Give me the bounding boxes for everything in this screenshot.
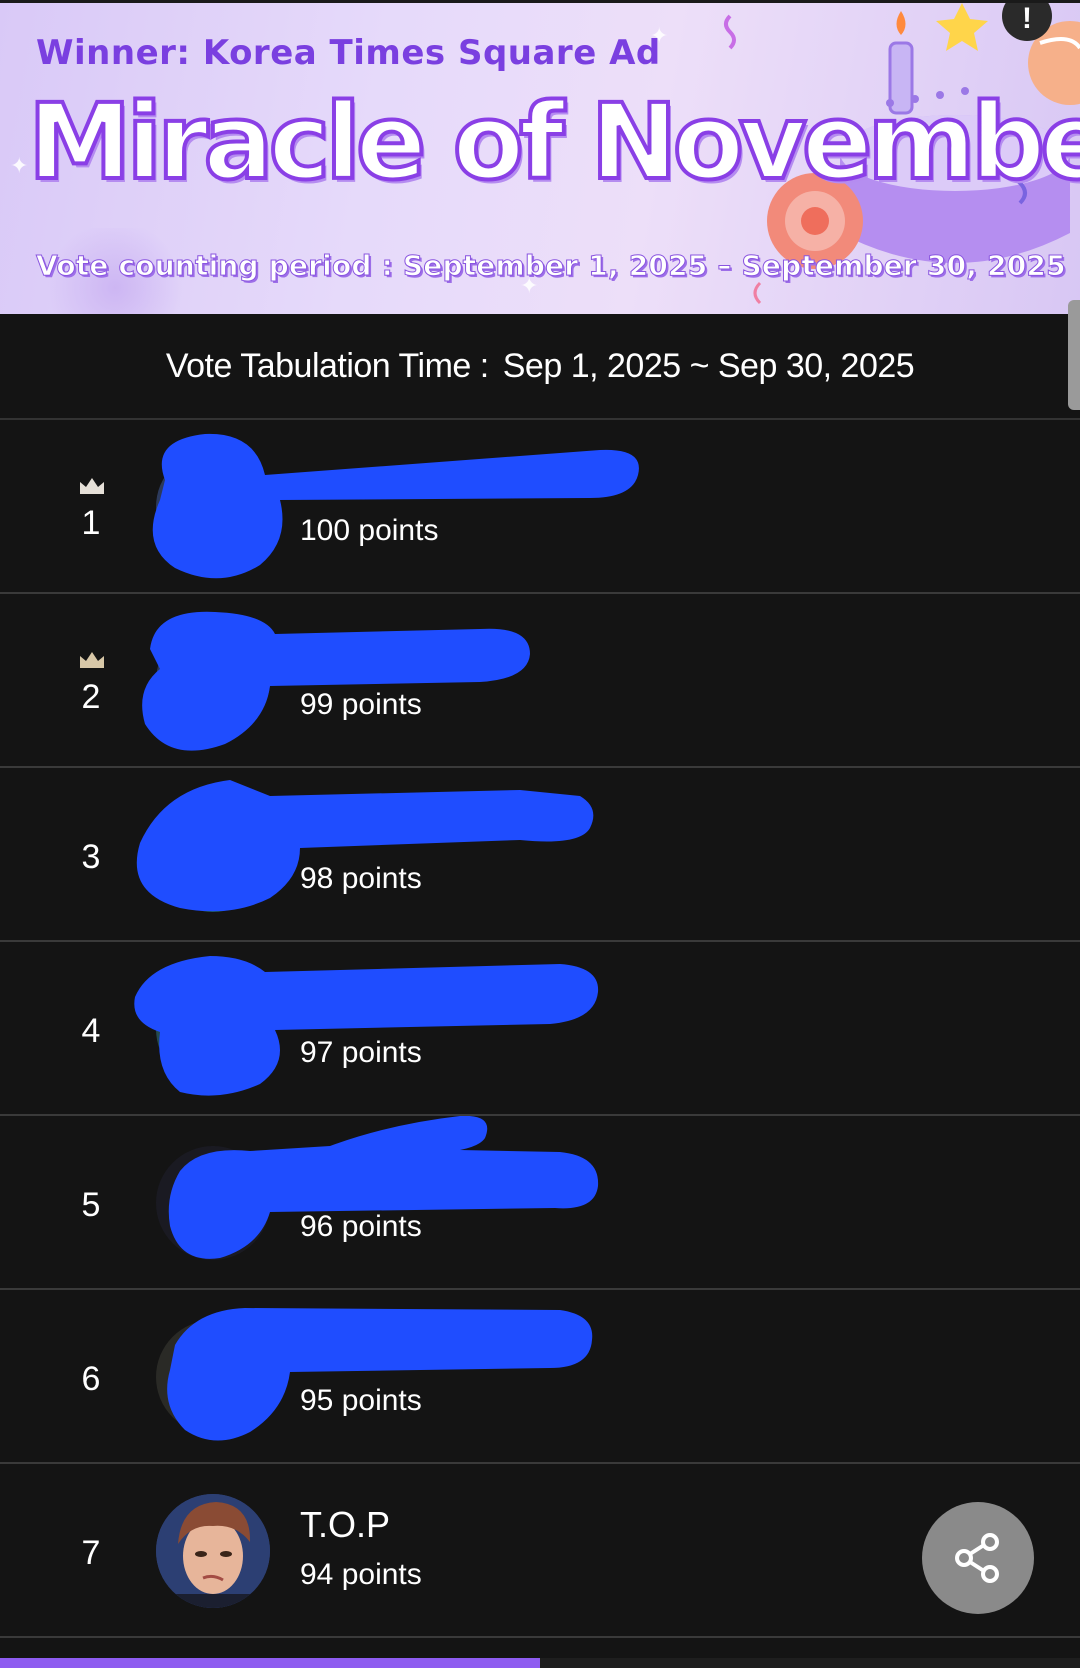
points-value: 97 points: [300, 1036, 422, 1069]
points-value: 96 points: [300, 1210, 422, 1243]
banner-title: Miracle of November: [26, 79, 1080, 205]
artist-photo: [156, 1494, 270, 1608]
crown-icon: [80, 478, 104, 494]
points-value: 98 points: [300, 862, 422, 895]
tabulation-time-bar: Vote Tabulation Time : Sep 1, 2025 ~ Sep…: [0, 314, 1080, 420]
ranking-row[interactable]: 1 100 points: [0, 420, 1080, 594]
rank-number: 6: [81, 1360, 101, 1398]
ranking-row[interactable]: 5 96 points: [0, 1116, 1080, 1290]
event-banner: ✦ ✦ ✦ ! Winner: Korea Times Square Ad Mi…: [0, 0, 1080, 314]
rank-number: 2: [81, 678, 101, 716]
points-value: 95 points: [300, 1384, 422, 1417]
share-button[interactable]: [922, 1502, 1034, 1614]
banner-period: Vote counting period : September 1, 2025…: [36, 249, 1067, 283]
tabulation-label: Vote Tabulation Time :: [165, 346, 489, 385]
banner-winner-line: Winner: Korea Times Square Ad: [36, 33, 661, 73]
avatar: [156, 798, 270, 912]
avatar: [156, 624, 270, 738]
ranking-row[interactable]: 7 T.O.P 94 points: [0, 1464, 1080, 1638]
crown-icon: [80, 652, 104, 668]
rank-number: 7: [81, 1534, 101, 1572]
tabulation-value: Sep 1, 2025 ~ Sep 30, 2025: [502, 346, 915, 385]
rank-number: 1: [81, 504, 101, 542]
info-icon: !: [1022, 2, 1032, 35]
avatar: [156, 1320, 270, 1434]
avatar: [156, 1146, 270, 1260]
points-value: 100 points: [300, 514, 439, 547]
scroll-progress-fill: [0, 1658, 540, 1668]
rank-number: 4: [81, 1012, 101, 1050]
ranking-row[interactable]: 2 99 points: [0, 594, 1080, 768]
ranking-row[interactable]: 4 97 points: [0, 942, 1080, 1116]
artist-name: T.O.P: [300, 1504, 391, 1545]
points-value: 94 points: [300, 1558, 422, 1591]
avatar: [156, 1494, 270, 1608]
rank-number: 3: [81, 838, 101, 876]
rank-number: 5: [81, 1186, 101, 1224]
share-icon: [955, 1533, 999, 1583]
ranking-row[interactable]: 3 98 points: [0, 768, 1080, 942]
avatar: [156, 450, 270, 564]
avatar: [156, 972, 270, 1086]
points-value: 99 points: [300, 688, 422, 721]
ranking-row[interactable]: 6 95 points: [0, 1290, 1080, 1464]
